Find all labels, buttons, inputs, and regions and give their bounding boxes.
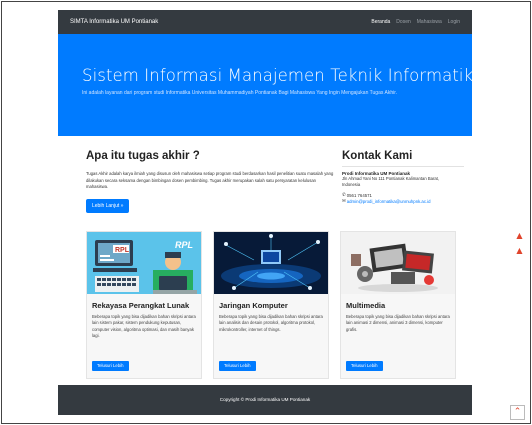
- card-body: Jaringan Komputer Beberapa topik yang bi…: [214, 294, 328, 351]
- page: SIMTA Informatika UM Pontianak Beranda D…: [58, 10, 472, 415]
- nav-menu: Beranda Dosen Mahasiswa Login: [371, 19, 460, 25]
- chevron-up-icon: ⌃: [513, 407, 522, 417]
- explore-button-multimedia[interactable]: Telusuri Lebih: [346, 361, 383, 371]
- rpl-screen-label: RPL: [115, 247, 130, 254]
- card-body: Multimedia Beberapa topik yang bisa dija…: [341, 294, 455, 351]
- about-heading: Apa itu tugas akhir ?: [86, 150, 200, 162]
- about-section: Apa itu tugas akhir ? Tugas Akhir adalah…: [86, 150, 334, 213]
- contact-address: Jln Ahmad Yani No 111 Pontianak Kalimant…: [342, 176, 439, 187]
- card-text: Beberapa topik yang bisa dijadikan bahan…: [92, 314, 196, 338]
- envelope-icon: ✉: [342, 199, 346, 204]
- contact-email: ✉ admin@prodi_informatika@unmuhpnk.ac.id: [342, 199, 464, 205]
- card-text: Beberapa topik yang bisa dijadikan bahan…: [219, 314, 323, 332]
- hero-title: Sistem Informasi Manajemen Teknik Inform…: [82, 66, 472, 85]
- nav-link-login[interactable]: Login: [448, 19, 460, 25]
- back-to-top-button[interactable]: ⌃: [510, 405, 525, 420]
- card-title: Multimedia: [346, 301, 386, 310]
- contact-email-link[interactable]: admin@prodi_informatika@unmuhpnk.ac.id: [347, 199, 431, 205]
- hero-banner: Sistem Informasi Manajemen Teknik Inform…: [58, 34, 472, 136]
- about-text: Tugas Akhir adalah karya ilmiah yang dis…: [86, 171, 334, 189]
- footer-copyright: Copyright © Prodi Informatika UM Pontian…: [219, 397, 311, 402]
- card-title: Rekayasa Perangkat Lunak: [92, 301, 190, 310]
- explore-button-jaringan[interactable]: Telusuri Lebih: [219, 361, 256, 371]
- hero-subtitle: Ini adalah layanan dari program studi In…: [82, 90, 397, 96]
- nav-link-beranda[interactable]: Beranda: [371, 19, 390, 25]
- footer: Copyright © Prodi Informatika UM Pontian…: [58, 385, 472, 415]
- rpl-title-art: RPL: [175, 240, 193, 250]
- nav-link-dosen[interactable]: Dosen: [396, 19, 410, 25]
- card-text: Beberapa topik yang bisa dijadikan bahan…: [346, 314, 450, 332]
- scroll-up-icon[interactable]: ▲: [516, 246, 523, 255]
- read-more-button[interactable]: Lebih Lanjut »: [86, 198, 130, 213]
- explore-button-rpl[interactable]: Telusuri Lebih: [92, 361, 129, 371]
- divider: [342, 166, 464, 167]
- card-rpl: RPL RPL Rekayasa Perangkat Lunak Beberap…: [86, 231, 202, 379]
- card-body: Rekayasa Perangkat Lunak Beberapa topik …: [87, 294, 201, 351]
- navbar: SIMTA Informatika UM Pontianak Beranda D…: [58, 10, 472, 34]
- card-jaringan: Jaringan Komputer Beberapa topik yang bi…: [213, 231, 329, 379]
- brand[interactable]: SIMTA Informatika UM Pontianak: [70, 19, 158, 25]
- multimedia-illustration: [341, 232, 455, 294]
- card-title: Jaringan Komputer: [219, 301, 288, 310]
- contact-heading: Kontak Kami: [342, 150, 413, 162]
- scroll-up-icon[interactable]: ▲: [516, 231, 523, 240]
- card-multimedia: Multimedia Beberapa topik yang bisa dija…: [340, 231, 456, 379]
- contact-section: Kontak Kami Prodi Informatika UM Pontian…: [342, 150, 464, 205]
- nav-link-mahasiswa[interactable]: Mahasiswa: [417, 19, 442, 25]
- rpl-illustration: RPL RPL: [87, 232, 201, 294]
- network-illustration: [214, 232, 328, 294]
